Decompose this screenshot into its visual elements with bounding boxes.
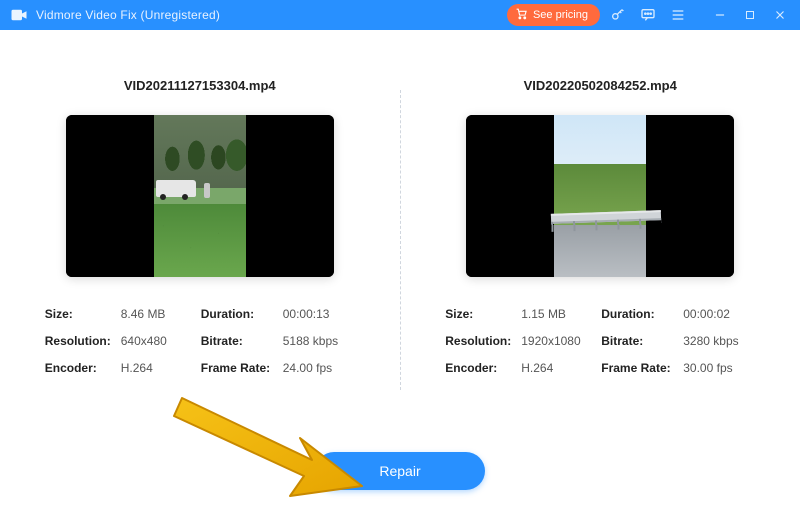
meta-label: Duration: <box>601 307 683 321</box>
sample-thumbnail <box>466 115 734 277</box>
sample-video-pane: VID20220502084252.mp4 Size: 1.15 MB Dura… <box>401 78 800 408</box>
meta-value: 00:00:13 <box>283 307 355 321</box>
feedback-button[interactable] <box>636 3 660 27</box>
meta-label: Resolution: <box>445 334 521 348</box>
meta-label: Size: <box>445 307 521 321</box>
main-content: VID20211127153304.mp4 Size: 8.46 MB Dura… <box>0 30 800 516</box>
titlebar: Vidmore Video Fix (Unregistered) See pri… <box>0 0 800 30</box>
source-metadata: Size: 8.46 MB Duration: 00:00:13 Resolut… <box>45 307 355 375</box>
register-key-button[interactable] <box>606 3 630 27</box>
window-close-button[interactable] <box>768 3 792 27</box>
see-pricing-label: See pricing <box>533 9 588 21</box>
window-minimize-button[interactable] <box>708 3 732 27</box>
meta-value: 3280 kbps <box>683 334 755 348</box>
meta-value: 8.46 MB <box>121 307 201 321</box>
meta-label: Size: <box>45 307 121 321</box>
meta-label: Encoder: <box>45 361 121 375</box>
source-video-pane: VID20211127153304.mp4 Size: 8.46 MB Dura… <box>0 78 400 408</box>
source-thumbnail <box>66 115 334 277</box>
meta-value: 1.15 MB <box>521 307 601 321</box>
sample-filename: VID20220502084252.mp4 <box>524 78 677 93</box>
meta-label: Resolution: <box>45 334 121 348</box>
meta-label: Frame Rate: <box>601 361 683 375</box>
meta-label: Bitrate: <box>601 334 683 348</box>
meta-value: 1920x1080 <box>521 334 601 348</box>
repair-button[interactable]: Repair <box>315 452 485 490</box>
meta-label: Frame Rate: <box>201 361 283 375</box>
meta-value: H.264 <box>121 361 201 375</box>
meta-value: 00:00:02 <box>683 307 755 321</box>
source-filename: VID20211127153304.mp4 <box>124 78 276 93</box>
meta-value: 5188 kbps <box>283 334 355 348</box>
see-pricing-button[interactable]: See pricing <box>507 4 600 26</box>
meta-label: Bitrate: <box>201 334 283 348</box>
window-maximize-button[interactable] <box>738 3 762 27</box>
app-logo-icon <box>10 6 28 24</box>
menu-button[interactable] <box>666 3 690 27</box>
meta-label: Duration: <box>201 307 283 321</box>
cart-icon <box>515 7 528 23</box>
meta-value: H.264 <box>521 361 601 375</box>
meta-label: Encoder: <box>445 361 521 375</box>
meta-value: 24.00 fps <box>283 361 355 375</box>
meta-value: 30.00 fps <box>683 361 755 375</box>
meta-value: 640x480 <box>121 334 201 348</box>
app-title: Vidmore Video Fix (Unregistered) <box>36 8 220 22</box>
sample-metadata: Size: 1.15 MB Duration: 00:00:02 Resolut… <box>445 307 755 375</box>
